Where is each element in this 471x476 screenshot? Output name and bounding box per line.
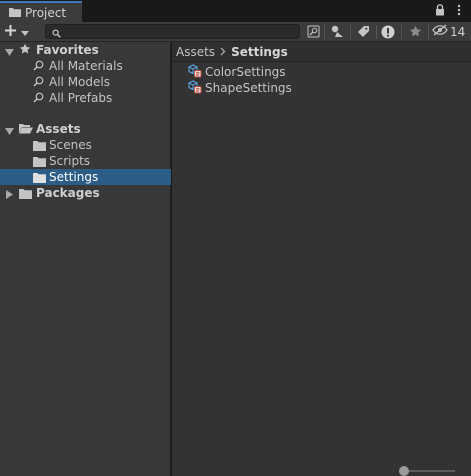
tree-label: All Prefabs	[49, 91, 113, 105]
list-item[interactable]: ShapeSettings	[188, 79, 292, 97]
star-icon[interactable]	[407, 22, 423, 41]
toolbar-divider	[401, 25, 402, 39]
tree-label: All Models	[49, 75, 110, 89]
folder-icon	[19, 188, 32, 202]
search-by-type-icon[interactable]	[305, 22, 321, 41]
folder-icon	[33, 140, 46, 154]
lock-icon[interactable]	[435, 4, 445, 19]
search-icon	[33, 60, 44, 74]
tree-label: Scenes	[49, 138, 92, 152]
more-options-icon[interactable]	[457, 4, 461, 19]
file-name: ShapeSettings	[205, 81, 292, 95]
tree-item-scenes[interactable]: Scenes	[0, 137, 171, 153]
tree-label: Assets	[36, 122, 81, 136]
search-icon	[33, 92, 44, 106]
tab-title: Project	[25, 5, 67, 20]
tree-item-scripts[interactable]: Scripts	[0, 153, 171, 169]
search-icon	[52, 27, 61, 41]
folder-icon	[9, 6, 21, 20]
tree-label: All Materials	[49, 59, 123, 73]
tree-item-favorites[interactable]: Favorites	[0, 42, 171, 58]
scriptable-object-icon	[188, 63, 202, 81]
toolbar-divider	[428, 25, 429, 39]
open-folder-icon	[19, 123, 33, 137]
tab-bar: Project	[0, 0, 471, 22]
tree-item-assets[interactable]: Assets	[0, 121, 171, 137]
folder-icon	[33, 172, 46, 186]
zoom-slider-thumb[interactable]	[399, 466, 409, 476]
tree-label: Scripts	[49, 154, 91, 168]
search-icon	[33, 76, 44, 90]
folder-tree: Favorites All Materials All Models All P…	[0, 42, 171, 476]
tree-label: Favorites	[36, 43, 99, 57]
tree-item-all-prefabs[interactable]: All Prefabs	[0, 90, 171, 106]
folder-icon	[33, 156, 46, 170]
plus-icon	[4, 24, 17, 40]
hidden-count: 14	[450, 24, 466, 39]
toolbar-divider	[350, 25, 351, 39]
toolbar-divider	[324, 25, 325, 39]
tree-item-settings[interactable]: Settings	[0, 169, 171, 185]
visibility-toggle[interactable]: 14	[432, 22, 468, 41]
collapse-arrow-icon[interactable]	[6, 188, 14, 202]
chevron-down-icon	[21, 25, 29, 39]
zoom-slider[interactable]	[399, 466, 455, 476]
tree-item-all-models[interactable]: All Models	[0, 74, 171, 90]
breadcrumb: Assets Settings	[172, 42, 471, 62]
add-button[interactable]	[4, 23, 36, 40]
label-icon[interactable]	[355, 22, 371, 41]
scriptable-object-icon	[188, 79, 202, 97]
chevron-right-icon	[220, 47, 226, 56]
breadcrumb-settings[interactable]: Settings	[231, 45, 288, 59]
search-field[interactable]	[45, 24, 300, 39]
file-name: ColorSettings	[205, 65, 286, 79]
breadcrumb-assets[interactable]: Assets	[176, 45, 215, 59]
tree-label: Settings	[49, 170, 99, 184]
tree-label: Packages	[36, 186, 100, 200]
star-icon	[19, 43, 31, 58]
search-by-type-icon[interactable]	[329, 22, 345, 41]
tree-item-all-materials[interactable]: All Materials	[0, 58, 171, 74]
list-item[interactable]: ColorSettings	[188, 63, 286, 81]
warning-icon[interactable]	[380, 22, 396, 41]
tree-item-packages[interactable]: Packages	[0, 185, 171, 201]
hidden-eye-icon	[432, 24, 448, 39]
tab-project[interactable]: Project	[0, 1, 82, 22]
asset-list-panel: Assets Settings ColorSettings ShapeSetti…	[172, 42, 471, 476]
toolbar-divider	[376, 25, 377, 39]
toolbar: 14	[0, 22, 471, 42]
